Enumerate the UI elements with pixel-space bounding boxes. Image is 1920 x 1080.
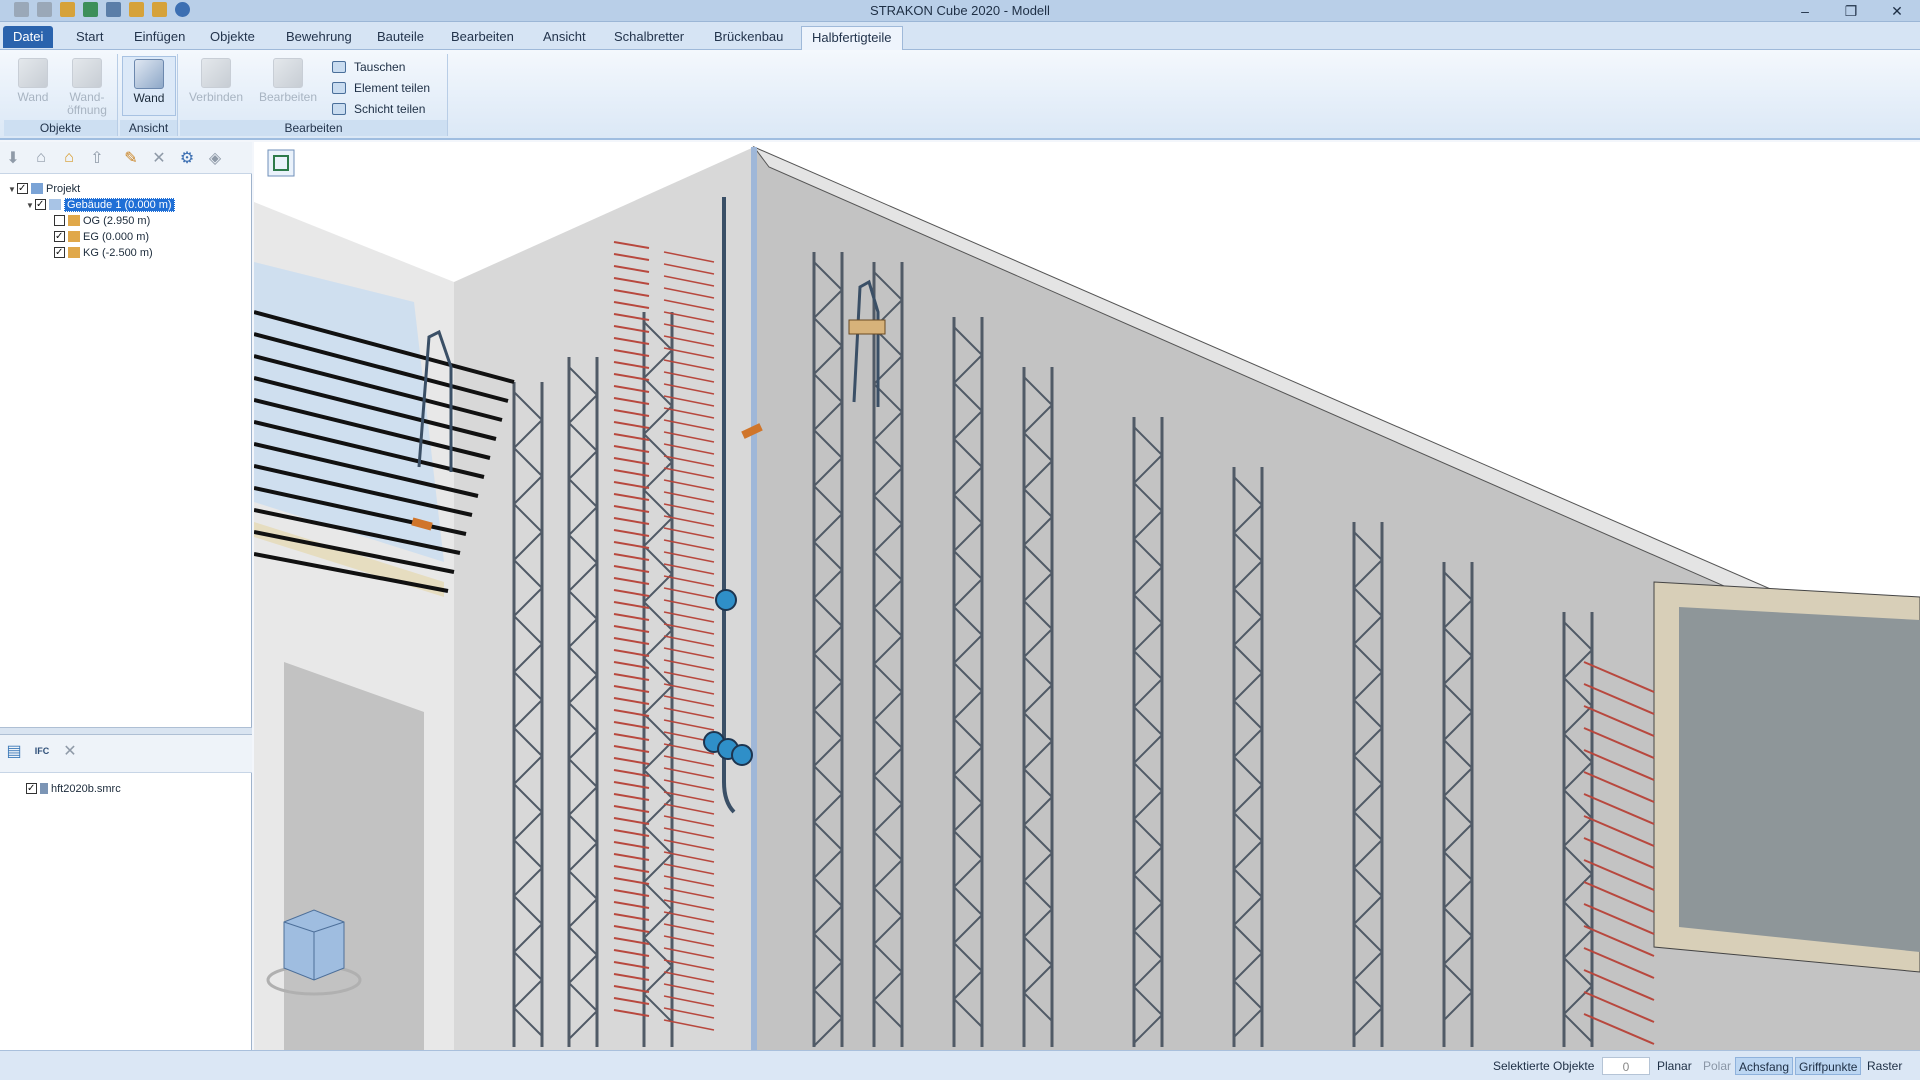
viewport-tool-button[interactable] [267, 149, 295, 177]
3d-viewport[interactable] [254, 142, 1920, 1050]
wand-view-button[interactable]: Wand [122, 56, 176, 116]
window-opening [1679, 607, 1920, 952]
delete-icon[interactable]: ✕ [149, 148, 169, 168]
wand-button[interactable]: Wand [6, 56, 60, 104]
tree-node-kg[interactable]: KG (-2.500 m) [54, 245, 153, 261]
group-bearbeiten: Verbinden Bearbeiten Tauschen Element te… [180, 54, 448, 136]
checkbox[interactable] [17, 181, 28, 196]
tab-brueckenbau[interactable]: Brückenbau [704, 26, 793, 50]
window-title: STRAKON Cube 2020 - Modell [870, 3, 1050, 18]
selected-objects-label: Selektierte Objekte [1493, 1059, 1595, 1073]
group-ansicht: Wand Ansicht [120, 54, 178, 136]
left-panel: ⬇ ⌂ ⌂ ⇧ ✎ ✕ ⚙ ◈ ▼Projekt ▼Gebäude 1 (0.0… [0, 142, 252, 1050]
wall-icon [18, 58, 48, 88]
level-up-icon[interactable]: ⌂ [31, 148, 51, 168]
remove-file-icon[interactable]: ✕ [60, 741, 80, 761]
file-item[interactable]: hft2020b.smrc [26, 781, 121, 797]
checkbox[interactable] [54, 245, 65, 260]
group-objekte: Wand Wand- öffnung Objekte [4, 54, 118, 136]
level-down-icon[interactable]: ⬇ [3, 148, 23, 168]
edit-element-icon [273, 58, 303, 88]
checkbox[interactable] [35, 197, 46, 212]
lower-room [284, 662, 424, 1050]
checkbox[interactable] [26, 781, 37, 796]
corner-wall-left [454, 147, 754, 1050]
tab-ansicht[interactable]: Ansicht [533, 26, 596, 50]
tab-objekte[interactable]: Objekte [200, 26, 265, 50]
minimize-button[interactable]: – [1782, 0, 1828, 22]
building-icon [49, 199, 61, 210]
tree-node-og[interactable]: OG (2.950 m) [54, 214, 150, 229]
swap-icon [332, 61, 346, 73]
level-icon [68, 215, 80, 226]
ribbon-tabs: Datei Start Einfügen Objekte Bewehrung B… [0, 22, 1920, 51]
window-controls: – ❐ ✕ [1782, 0, 1920, 22]
socket-box [715, 589, 737, 611]
settings-icon[interactable]: ⚙ [177, 148, 197, 168]
anchor-block [848, 319, 886, 335]
home-icon[interactable]: ⌂ [59, 148, 79, 168]
layers-stack-icon[interactable]: ◈ [205, 148, 225, 168]
close-button[interactable]: ✕ [1874, 0, 1920, 22]
tree-node-building[interactable]: ▼Gebäude 1 (0.000 m) [26, 197, 175, 213]
griffpunkte-toggle[interactable]: Griffpunkte [1795, 1057, 1862, 1075]
wall-opening-icon [72, 58, 102, 88]
checkbox[interactable] [54, 229, 65, 244]
verbinden-button[interactable]: Verbinden [184, 56, 248, 104]
wandoeffnung-button[interactable]: Wand- öffnung [60, 56, 114, 117]
tab-start[interactable]: Start [66, 26, 113, 50]
wall-view-icon [134, 59, 164, 89]
tauschen-button[interactable]: Tauschen [328, 58, 405, 76]
tab-einfuegen[interactable]: Einfügen [124, 26, 195, 50]
level-icon [68, 247, 80, 258]
maximize-button[interactable]: ❐ [1828, 0, 1874, 22]
tree-toolbar: ⬇ ⌂ ⌂ ⇧ ✎ ✕ ⚙ ◈ [0, 142, 252, 174]
ifc-import-icon[interactable]: IFC [32, 741, 52, 761]
pencil-icon[interactable]: ✎ [121, 148, 141, 168]
selected-objects-count: 0 [1602, 1057, 1650, 1075]
files-toolbar: ▤ IFC ✕ [0, 735, 252, 773]
title-bar: STRAKON Cube 2020 - Modell – ❐ ✕ [0, 0, 1920, 22]
tab-bauteile[interactable]: Bauteile [367, 26, 434, 50]
status-bar: Selektierte Objekte 0 Planar Polar Achsf… [0, 1050, 1920, 1080]
model-scene [254, 145, 1920, 1050]
tree-node-projekt[interactable]: ▼Projekt [8, 181, 80, 197]
polar-toggle[interactable]: Polar [1700, 1057, 1734, 1075]
split-layer-icon [332, 103, 346, 115]
tab-bearbeiten[interactable]: Bearbeiten [441, 26, 524, 50]
achsfang-toggle[interactable]: Achsfang [1735, 1057, 1794, 1075]
home-up-icon[interactable]: ⇧ [87, 148, 107, 168]
tab-schalbretter[interactable]: Schalbretter [604, 26, 694, 50]
add-file-icon[interactable]: ▤ [4, 741, 24, 761]
bearbeiten-button[interactable]: Bearbeiten [256, 56, 320, 104]
tab-halbfertigteile[interactable]: Halbfertigteile [801, 26, 903, 51]
ribbon: Wand Wand- öffnung Objekte Wand Ansicht … [0, 50, 1920, 140]
group-label-ansicht: Ansicht [120, 120, 177, 136]
element-teilen-button[interactable]: Element teilen [328, 79, 430, 97]
tree-node-eg[interactable]: EG (0.000 m) [54, 229, 149, 245]
tab-bewehrung[interactable]: Bewehrung [276, 26, 362, 50]
tab-datei[interactable]: Datei [3, 26, 54, 48]
split-element-icon [332, 82, 346, 94]
planar-toggle[interactable]: Planar [1654, 1057, 1695, 1075]
checkbox[interactable] [54, 215, 65, 226]
schicht-teilen-button[interactable]: Schicht teilen [328, 100, 425, 118]
level-icon [68, 231, 80, 242]
panel-splitter[interactable] [0, 727, 252, 735]
file-icon [40, 783, 48, 794]
connect-icon [201, 58, 231, 88]
group-label-bearbeiten: Bearbeiten [180, 120, 447, 136]
project-icon [31, 183, 43, 194]
expand-icon[interactable]: ▼ [8, 182, 17, 197]
raster-toggle[interactable]: Raster [1864, 1057, 1905, 1075]
expand-icon[interactable]: ▼ [26, 198, 35, 213]
socket-box [731, 744, 753, 766]
group-label-objekte: Objekte [4, 120, 117, 136]
